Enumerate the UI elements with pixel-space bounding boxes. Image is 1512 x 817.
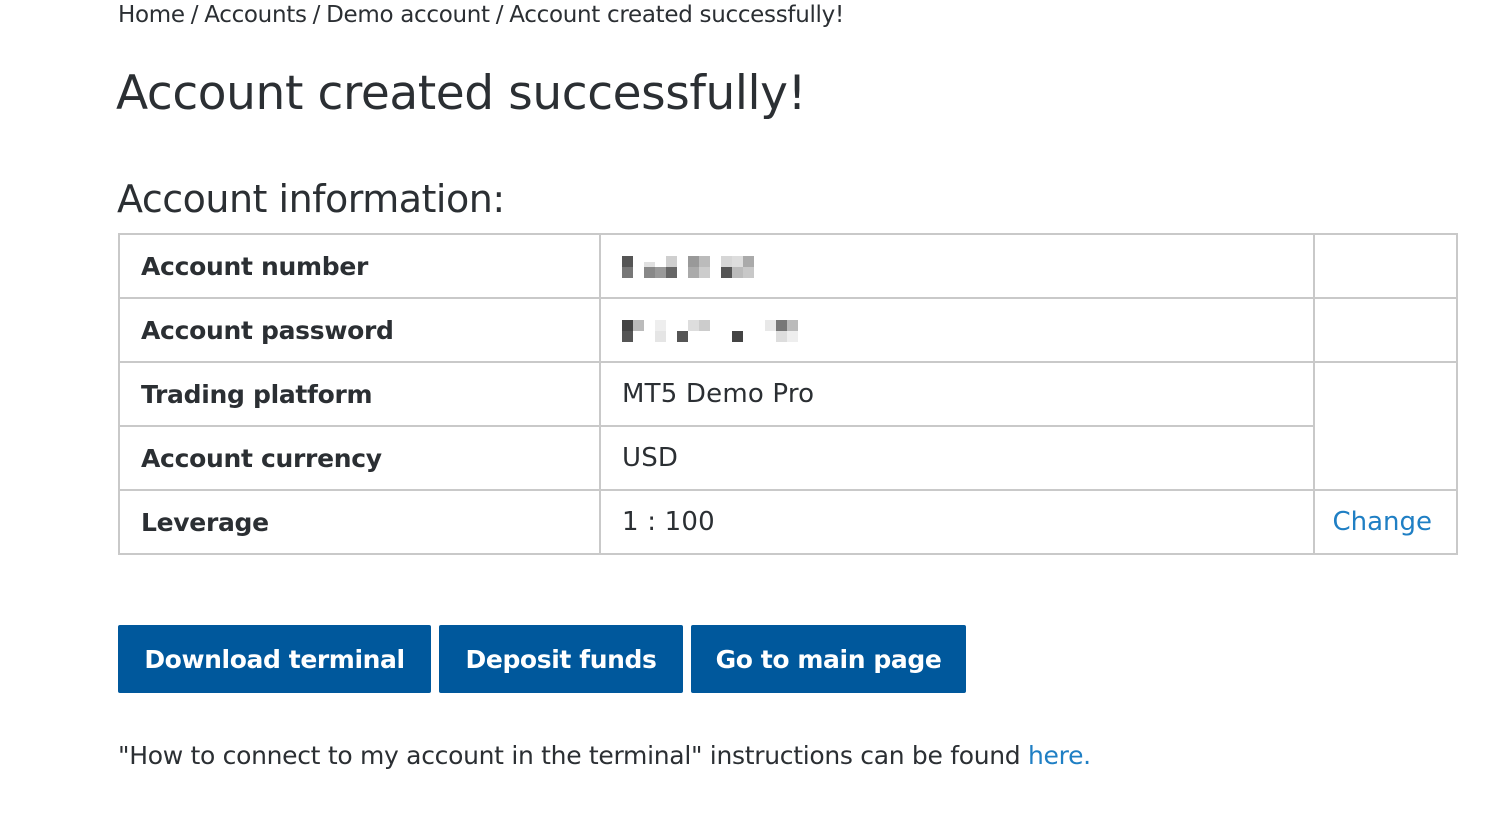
table-row-account-currency: Account currency USD xyxy=(118,425,1457,491)
table-row-leverage: Leverage 1 : 100 Change xyxy=(118,489,1458,555)
trading-platform-value: MT5 Demo Pro xyxy=(599,361,1315,427)
breadcrumb-home-link[interactable]: Home xyxy=(118,2,185,28)
redacted-account-password xyxy=(622,319,807,342)
account-number-label: Account number xyxy=(118,233,601,299)
breadcrumb-accounts-link[interactable]: Accounts xyxy=(204,2,307,28)
breadcrumb: Home / Accounts / Demo account / Account creat… xyxy=(118,0,844,30)
leverage-label: Leverage xyxy=(118,489,601,555)
here-link-text[interactable]: here xyxy=(1028,741,1083,770)
account-number-action xyxy=(1313,233,1458,299)
breadcrumb-separator: / xyxy=(190,2,199,28)
trading-platform-label: Trading platform xyxy=(118,361,601,427)
account-currency-label: Account currency xyxy=(118,425,601,491)
redacted-account-number xyxy=(622,255,762,278)
breadcrumb-current: Account created successfully! xyxy=(509,2,844,28)
leverage-value: 1 : 100 xyxy=(599,489,1315,555)
instructions-here-link[interactable]: here. xyxy=(1028,741,1091,770)
go-to-main-page-button[interactable]: Go to main page xyxy=(691,625,966,693)
table-row-account-password: Account password xyxy=(118,297,1458,363)
section-title: Account information: xyxy=(117,177,505,221)
deposit-funds-button[interactable]: Deposit funds xyxy=(439,625,683,693)
account-info-table: Account number Account password Trading … xyxy=(118,233,1458,555)
account-currency-value: USD xyxy=(599,425,1315,491)
platform-currency-action xyxy=(1313,361,1458,491)
account-password-label: Account password xyxy=(118,297,601,363)
account-password-action xyxy=(1313,297,1458,363)
instructions-text: "How to connect to my account in the ter… xyxy=(118,736,1091,776)
action-buttons: Download terminal Deposit funds Go to ma… xyxy=(118,625,966,693)
table-row-trading-platform: Trading platform MT5 Demo Pro xyxy=(118,361,1458,491)
account-number-value xyxy=(599,233,1315,299)
table-row-account-number: Account number xyxy=(118,233,1458,299)
here-link-suffix: . xyxy=(1083,741,1091,770)
breadcrumb-demo-account-link[interactable]: Demo account xyxy=(326,2,490,28)
leverage-action: Change xyxy=(1313,489,1458,555)
breadcrumb-separator: / xyxy=(495,2,504,28)
breadcrumb-separator: / xyxy=(312,2,321,28)
download-terminal-button[interactable]: Download terminal xyxy=(118,625,431,693)
account-password-value xyxy=(599,297,1315,363)
change-leverage-link[interactable]: Change xyxy=(1332,507,1432,537)
page-title: Account created successfully! xyxy=(116,66,807,121)
instructions-body: "How to connect to my account in the ter… xyxy=(118,741,1029,770)
